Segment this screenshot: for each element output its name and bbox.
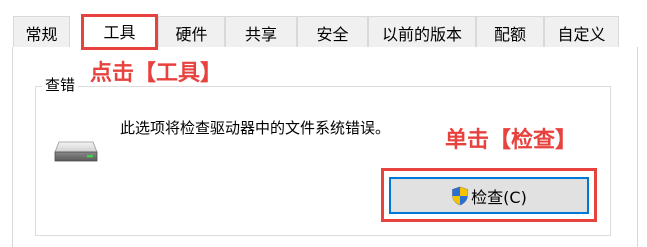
tab-previous-versions[interactable]: 以前的版本 [368, 16, 476, 47]
annotation-click-tools: 点击【工具】 [90, 61, 223, 86]
drive-icon [54, 141, 98, 162]
highlight-tools-tab [81, 14, 158, 50]
group-title: 查错 [42, 75, 79, 95]
properties-dialog: 常规 工具 硬件 共享 安全 以前的版本 配额 自定义 查错 此选项将检查驱动器… [0, 0, 647, 247]
tab-sharing[interactable]: 共享 [225, 16, 297, 47]
tab-general[interactable]: 常规 [13, 16, 70, 47]
tab-quota[interactable]: 配额 [476, 16, 544, 47]
annotation-click-check: 单击【检查】 [445, 128, 578, 153]
check-description: 此选项将检查驱动器中的文件系统错误。 [120, 119, 391, 137]
tab-hardware[interactable]: 硬件 [158, 16, 225, 47]
tab-security[interactable]: 安全 [297, 16, 368, 47]
highlight-check-button [381, 168, 597, 222]
tab-customize[interactable]: 自定义 [544, 16, 619, 47]
